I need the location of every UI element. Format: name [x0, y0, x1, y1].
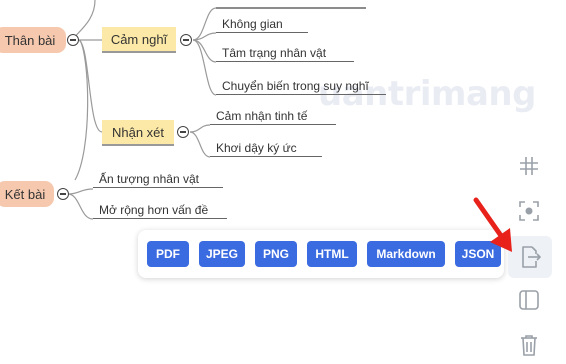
grid-tool-button[interactable]: [510, 147, 548, 185]
topic-node-label: Cảm nghĩ: [110, 31, 168, 47]
export-png-button[interactable]: PNG: [255, 241, 297, 267]
leaf-node[interactable]: Khơi dậy ký ức: [210, 140, 322, 157]
delete-tool-button[interactable]: [510, 326, 548, 364]
leaf-node[interactable]: Mở rộng hơn vấn đề: [93, 202, 227, 219]
mindmap-canvas[interactable]: uantrimang Thân bài Kết bài Cảm nghĩ Nhậ…: [0, 0, 566, 364]
grid-icon: [520, 157, 538, 175]
leaf-node[interactable]: Không gian: [216, 16, 308, 33]
focus-icon: [519, 201, 539, 221]
red-arrow-icon: [473, 197, 512, 252]
collapse-toggle-icon[interactable]: [57, 188, 69, 200]
export-pdf-button[interactable]: PDF: [147, 241, 189, 267]
leaf-node[interactable]: Tâm trạng nhân vật: [216, 45, 354, 62]
topic-node-label: Nhận xét: [111, 124, 165, 140]
collapse-toggle-icon[interactable]: [177, 126, 189, 138]
collapse-toggle-icon[interactable]: [180, 34, 192, 46]
leaf-node[interactable]: Chuyển biến trong suy nghĩ: [216, 78, 386, 95]
root-node-than-bai[interactable]: Thân bài: [0, 27, 66, 53]
panel-icon: [519, 290, 539, 310]
topic-node-nhan-xet[interactable]: Nhận xét: [102, 120, 174, 146]
export-markdown-button[interactable]: Markdown: [367, 241, 445, 267]
topic-node-cam-nghi[interactable]: Cảm nghĩ: [102, 27, 176, 53]
leaf-node[interactable]: Ấn tượng nhân vật: [93, 171, 223, 188]
leaf-node[interactable]: Cảm nhận tinh tế: [210, 108, 336, 125]
export-format-menu: PDF JPEG PNG HTML Markdown JSON: [138, 230, 504, 278]
export-html-button[interactable]: HTML: [307, 241, 357, 267]
root-node-label: Kết bài: [4, 186, 46, 202]
panel-tool-button[interactable]: [510, 281, 548, 319]
export-icon: [522, 246, 541, 268]
trash-icon: [521, 335, 537, 356]
root-node-ket-bai[interactable]: Kết bài: [0, 181, 54, 207]
root-node-label: Thân bài: [4, 32, 56, 48]
collapse-toggle-icon[interactable]: [67, 34, 79, 46]
export-jpeg-button[interactable]: JPEG: [199, 241, 245, 267]
